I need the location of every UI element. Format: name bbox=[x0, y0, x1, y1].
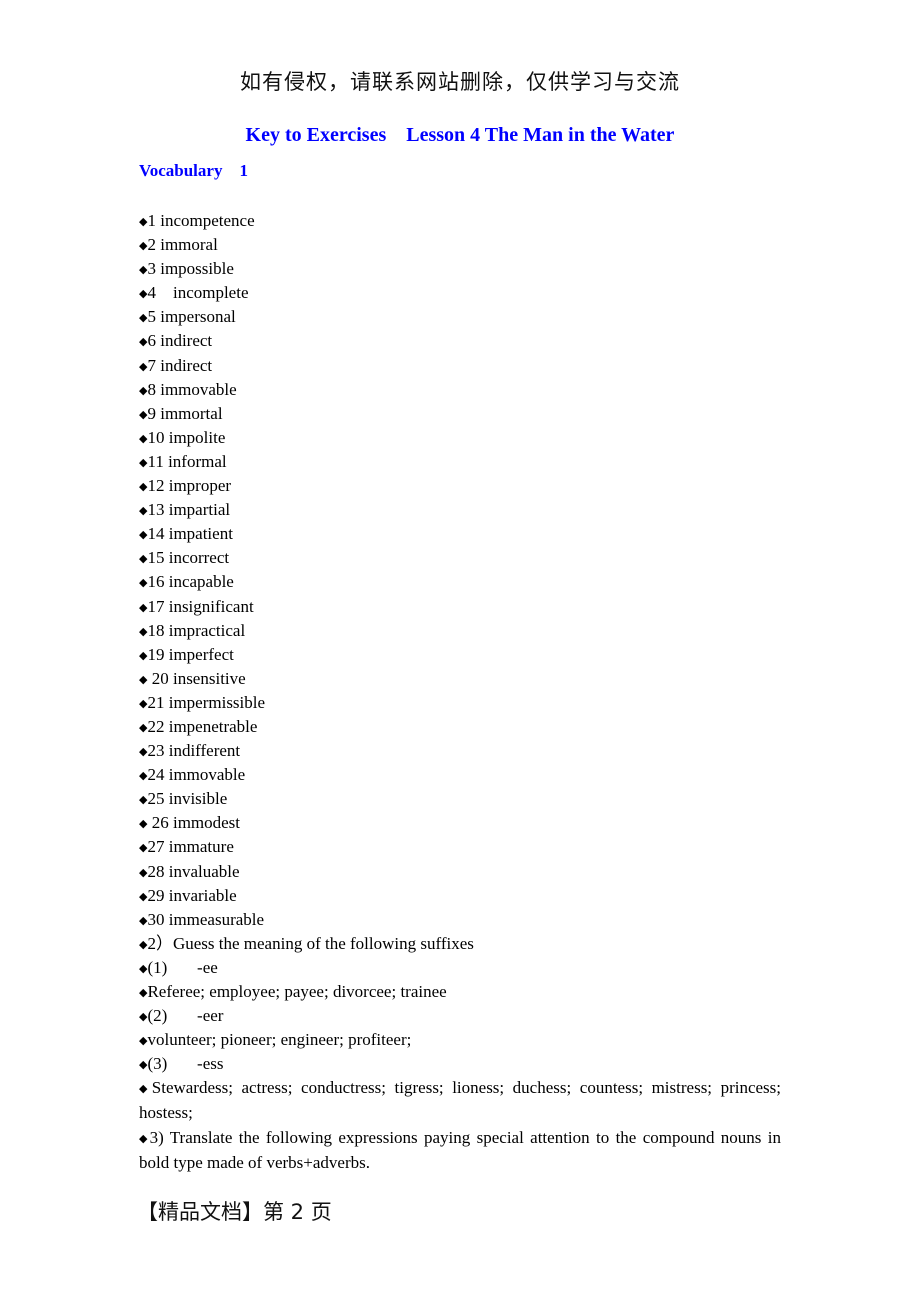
list-item-text: 24 immovable bbox=[147, 765, 246, 785]
page-footer: 【精品文档】第 2 页 bbox=[137, 1200, 332, 1224]
list-item: ◆24 immovable bbox=[139, 763, 781, 787]
list-item: ◆13 impartial bbox=[139, 498, 781, 522]
list-item: ◆14 impatient bbox=[139, 522, 781, 546]
diamond-bullet-icon: ◆ bbox=[139, 1132, 150, 1145]
list-item: ◆1 incompetence bbox=[139, 209, 781, 233]
list-item-text: 13 impartial bbox=[147, 500, 231, 520]
list-item: ◆23 indifferent bbox=[139, 739, 781, 763]
list-item-text: Stewardess; actress; conductress; tigres… bbox=[139, 1078, 781, 1123]
list-item-text: 17 insignificant bbox=[147, 596, 254, 616]
list-item: ◆10 impolite bbox=[139, 426, 781, 450]
list-item: ◆25 invisible bbox=[139, 787, 781, 811]
list-item-text: 14 impatient bbox=[147, 524, 233, 544]
list-item: ◆(1) -ee bbox=[139, 956, 781, 980]
document-title: Key to Exercises Lesson 4 The Man in the… bbox=[245, 124, 675, 146]
list-item-text: 2）Guess the meaning of the following suf… bbox=[147, 933, 474, 953]
list-item: ◆30 immeasurable bbox=[139, 908, 781, 932]
list-item-text: 5 impersonal bbox=[147, 307, 236, 327]
list-item: ◆9 immortal bbox=[139, 402, 781, 426]
list-item: ◆7 indirect bbox=[139, 354, 781, 378]
list-item-text: 8 immovable bbox=[147, 379, 237, 399]
list-item-text: 19 imperfect bbox=[147, 644, 234, 664]
list-item: ◆4 incomplete bbox=[139, 281, 781, 305]
list-item-text: 4 incomplete bbox=[147, 283, 249, 303]
list-item: ◆11 informal bbox=[139, 450, 781, 474]
list-item-text: (1) -ee bbox=[147, 957, 218, 977]
list-item-text: 2 immoral bbox=[147, 235, 218, 255]
section-heading: Vocabulary 1 bbox=[139, 161, 248, 180]
list-item: ◆(3) -ess bbox=[139, 1052, 781, 1076]
list-item: ◆Stewardess; actress; conductress; tigre… bbox=[139, 1076, 781, 1125]
list-item: ◆8 immovable bbox=[139, 378, 781, 402]
list-item-text: 27 immature bbox=[147, 837, 234, 857]
list-item-text: 3 impossible bbox=[147, 259, 234, 279]
list-item: ◆22 impenetrable bbox=[139, 715, 781, 739]
list-item-text: 15 incorrect bbox=[147, 548, 230, 568]
list-item-text: 6 indirect bbox=[147, 331, 213, 351]
list-item: ◆(2) -eer bbox=[139, 1004, 781, 1028]
list-item: ◆3 impossible bbox=[139, 257, 781, 281]
list-item-text: 26 immodest bbox=[147, 813, 241, 833]
watermark-notice: 如有侵权，请联系网站删除，仅供学习与交流 bbox=[240, 70, 680, 94]
list-item: ◆Referee; employee; payee; divorcee; tra… bbox=[139, 980, 781, 1004]
list-item-text: 20 insensitive bbox=[147, 668, 246, 688]
list-item-text: 25 invisible bbox=[147, 789, 228, 809]
list-item-text: 9 immortal bbox=[147, 403, 223, 423]
list-item: ◆16 incapable bbox=[139, 570, 781, 594]
list-item-text: 21 impermissible bbox=[147, 692, 266, 712]
list-item-text: 7 indirect bbox=[147, 355, 213, 375]
list-item-text: volunteer; pioneer; engineer; profiteer; bbox=[147, 1030, 412, 1050]
list-item-text: 3) Translate the following expressions p… bbox=[139, 1127, 781, 1172]
list-item-text: 22 impenetrable bbox=[147, 716, 258, 736]
list-item-text: Referee; employee; payee; divorcee; trai… bbox=[147, 982, 447, 1001]
list-item: ◆27 immature bbox=[139, 835, 781, 859]
list-item: ◆21 impermissible bbox=[139, 691, 781, 715]
list-item-text: 30 immeasurable bbox=[147, 909, 265, 929]
list-item-text: 18 impractical bbox=[147, 620, 246, 640]
list-item-text: 10 impolite bbox=[147, 427, 226, 447]
list-item-text: 23 indifferent bbox=[147, 741, 241, 761]
diamond-bullet-icon: ◆ bbox=[139, 1083, 152, 1096]
list-item: ◆2）Guess the meaning of the following su… bbox=[139, 932, 781, 956]
list-item: ◆2 immoral bbox=[139, 233, 781, 257]
list-item: ◆3) Translate the following expressions … bbox=[139, 1126, 781, 1175]
list-item: ◆6 indirect bbox=[139, 329, 781, 353]
list-item: ◆5 impersonal bbox=[139, 305, 781, 329]
list-item: ◆28 invaluable bbox=[139, 860, 781, 884]
list-item-text: (2) -eer bbox=[147, 1006, 224, 1026]
list-item-text: 1 incompetence bbox=[147, 211, 255, 230]
list-item: ◆15 incorrect bbox=[139, 546, 781, 570]
list-item: ◆12 improper bbox=[139, 474, 781, 498]
list-item: ◆17 insignificant bbox=[139, 595, 781, 619]
exercise-list: ◆1 incompetence ◆2 immoral ◆3 impossible ◆4… bbox=[139, 209, 781, 1175]
list-item: ◆ 20 insensitive bbox=[139, 667, 781, 691]
list-item: ◆ 26 immodest bbox=[139, 811, 781, 835]
list-item-text: 11 informal bbox=[147, 451, 227, 471]
list-item: ◆29 invariable bbox=[139, 884, 781, 908]
list-item-text: (3) -ess bbox=[147, 1054, 224, 1074]
list-item-text: 28 invaluable bbox=[147, 861, 240, 881]
list-item-text: 29 invariable bbox=[147, 885, 237, 905]
list-item-text: 12 improper bbox=[147, 476, 232, 496]
list-item: ◆volunteer; pioneer; engineer; profiteer… bbox=[139, 1028, 781, 1052]
list-item: ◆18 impractical bbox=[139, 619, 781, 643]
list-item: ◆19 imperfect bbox=[139, 643, 781, 667]
list-item-text: 16 incapable bbox=[147, 572, 234, 592]
